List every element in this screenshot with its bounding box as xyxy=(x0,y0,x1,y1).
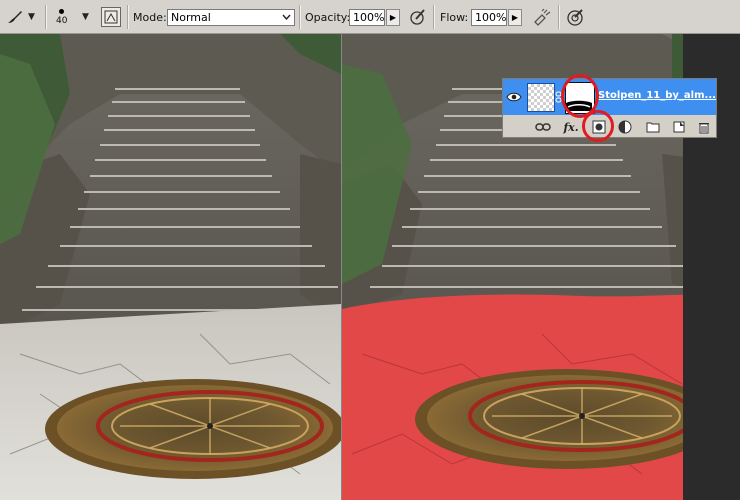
toolbar-divider xyxy=(433,5,435,29)
tablet-size-pressure-toggle[interactable] xyxy=(564,0,586,34)
toolbar-divider xyxy=(45,5,47,29)
toolbar-divider xyxy=(299,5,301,29)
airbrush-icon xyxy=(531,6,553,28)
brush-panel-icon xyxy=(101,7,121,27)
canvas-before xyxy=(0,34,341,500)
opacity-label: Opacity: xyxy=(305,10,351,24)
layer-thumbnail[interactable] xyxy=(527,83,555,112)
tablet-opacity-pressure-toggle[interactable] xyxy=(407,0,429,34)
trash-icon[interactable] xyxy=(696,119,712,135)
options-bar: ▼ 40 ▼ Mode: Normal Opacity: 100% ▶ Flow… xyxy=(0,0,740,34)
toolbar-divider xyxy=(127,5,129,29)
eye-icon[interactable] xyxy=(506,90,522,104)
brush-size-value: 40 xyxy=(56,15,68,26)
toolbar-divider xyxy=(558,5,560,29)
chevron-down-icon xyxy=(282,14,291,20)
opacity-slider-toggle[interactable]: ▶ xyxy=(386,0,400,34)
brush-picker-arrow[interactable]: ▼ xyxy=(82,0,89,34)
adjustment-icon[interactable] xyxy=(617,119,633,135)
flow-slider-toggle[interactable]: ▶ xyxy=(508,0,522,34)
tool-preset-picker[interactable]: ▼ xyxy=(4,0,35,34)
pen-pressure-icon xyxy=(407,6,429,28)
brush-tip-icon xyxy=(59,8,65,14)
play-arrow-icon: ▶ xyxy=(511,12,519,22)
flow-label: Flow: xyxy=(440,10,469,24)
mode-value: Normal xyxy=(171,10,211,24)
fx-icon[interactable]: fx. xyxy=(563,119,579,135)
chevron-down-icon: ▼ xyxy=(82,12,89,22)
opacity-field[interactable]: 100% xyxy=(349,0,385,34)
chevron-down-icon: ▼ xyxy=(28,12,35,22)
opacity-value: 100% xyxy=(353,10,385,24)
brush-panel-toggle[interactable] xyxy=(101,0,121,34)
brush-tool-icon xyxy=(4,6,26,28)
layer-name[interactable]: Stolpen_11_by_alm... xyxy=(598,90,716,101)
new-group-icon[interactable] xyxy=(645,119,661,135)
flow-field[interactable]: 100% xyxy=(471,0,507,34)
pen-pressure-size-icon xyxy=(564,6,586,28)
airbrush-toggle[interactable] xyxy=(531,0,553,34)
staircase-photo-before xyxy=(0,34,341,500)
link-icon[interactable] xyxy=(535,119,551,135)
flow-value: 100% xyxy=(475,10,507,24)
add-mask-highlight-circle xyxy=(582,110,614,142)
mode-label: Mode: xyxy=(133,10,167,24)
layer-row[interactable]: Stolpen_11_by_alm... xyxy=(503,79,716,115)
mode-dropdown[interactable]: Normal xyxy=(167,0,295,34)
new-layer-icon[interactable] xyxy=(671,119,687,135)
brush-preset-picker[interactable]: 40 xyxy=(56,0,67,34)
play-arrow-icon: ▶ xyxy=(389,12,397,22)
